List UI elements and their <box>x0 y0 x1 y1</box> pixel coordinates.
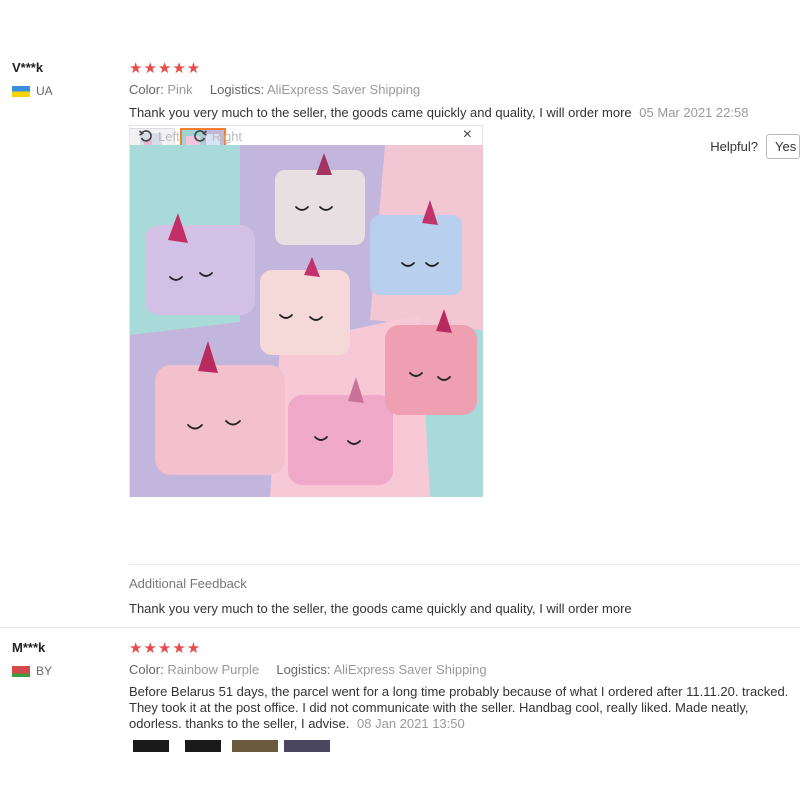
reviewer-country: UA <box>12 84 53 98</box>
color-value: Pink <box>167 82 193 97</box>
additional-feedback-text: Thank you very much to the seller, the g… <box>129 601 632 616</box>
rotate-left-icon[interactable] <box>138 128 154 144</box>
helpful-yes-button[interactable]: Yes ( <box>766 134 800 159</box>
viewer-toolbar: Left Right × <box>130 126 482 146</box>
logistics-label: Logistics: <box>209 82 265 97</box>
close-icon[interactable]: × <box>463 126 472 144</box>
logistics-label: Logistics: <box>276 662 331 677</box>
review-thumbnail[interactable] <box>133 740 169 752</box>
reviewer-name: M***k <box>12 640 46 655</box>
color-label: Color: <box>129 82 164 97</box>
review-thumbnail[interactable] <box>185 740 221 752</box>
color-label: Color: <box>129 662 164 677</box>
logistics-value: AliExpress Saver Shipping <box>266 82 421 97</box>
divider <box>129 564 800 565</box>
country-code: UA <box>36 84 53 98</box>
flag-ua-icon <box>12 85 30 97</box>
review-thumbnail[interactable] <box>232 740 278 752</box>
country-code: BY <box>36 664 53 678</box>
additional-feedback-title: Additional Feedback <box>129 576 247 591</box>
logistics-value: AliExpress Saver Shipping <box>333 662 487 677</box>
review-thumbnail[interactable] <box>284 740 330 752</box>
rotate-right-label[interactable]: Right <box>212 129 242 144</box>
unicorn-purses-photo <box>130 145 483 497</box>
review-date: 08 Jan 2021 13:50 <box>357 716 465 731</box>
helpful-label: Helpful? <box>710 139 758 154</box>
review-text: Before Belarus 51 days, the parcel went … <box>129 684 797 732</box>
rotate-right-icon[interactable] <box>192 128 208 144</box>
reviewer-country: BY <box>12 664 52 678</box>
order-info: Color: Rainbow Purple Logistics: AliExpr… <box>129 662 487 677</box>
color-value: Rainbow Purple <box>167 662 260 677</box>
review-photo-large <box>130 145 483 497</box>
reviewer-name: V***k <box>12 60 44 75</box>
order-info: Color: Pink Logistics: AliExpress Saver … <box>129 82 420 97</box>
review-text: Thank you very much to the seller, the g… <box>129 105 748 121</box>
review-date: 05 Mar 2021 22:58 <box>639 105 749 120</box>
rotate-left-label[interactable]: Left <box>158 129 180 144</box>
flag-by-icon <box>12 665 30 677</box>
star-rating: ★★★★★ <box>129 640 202 657</box>
review-separator <box>0 627 800 628</box>
star-rating: ★★★★★ <box>129 60 202 77</box>
image-viewer: Left Right × <box>129 125 483 497</box>
review-body: Thank you very much to the seller, the g… <box>129 105 632 120</box>
helpful-area: Helpful? Yes ( <box>710 134 800 159</box>
